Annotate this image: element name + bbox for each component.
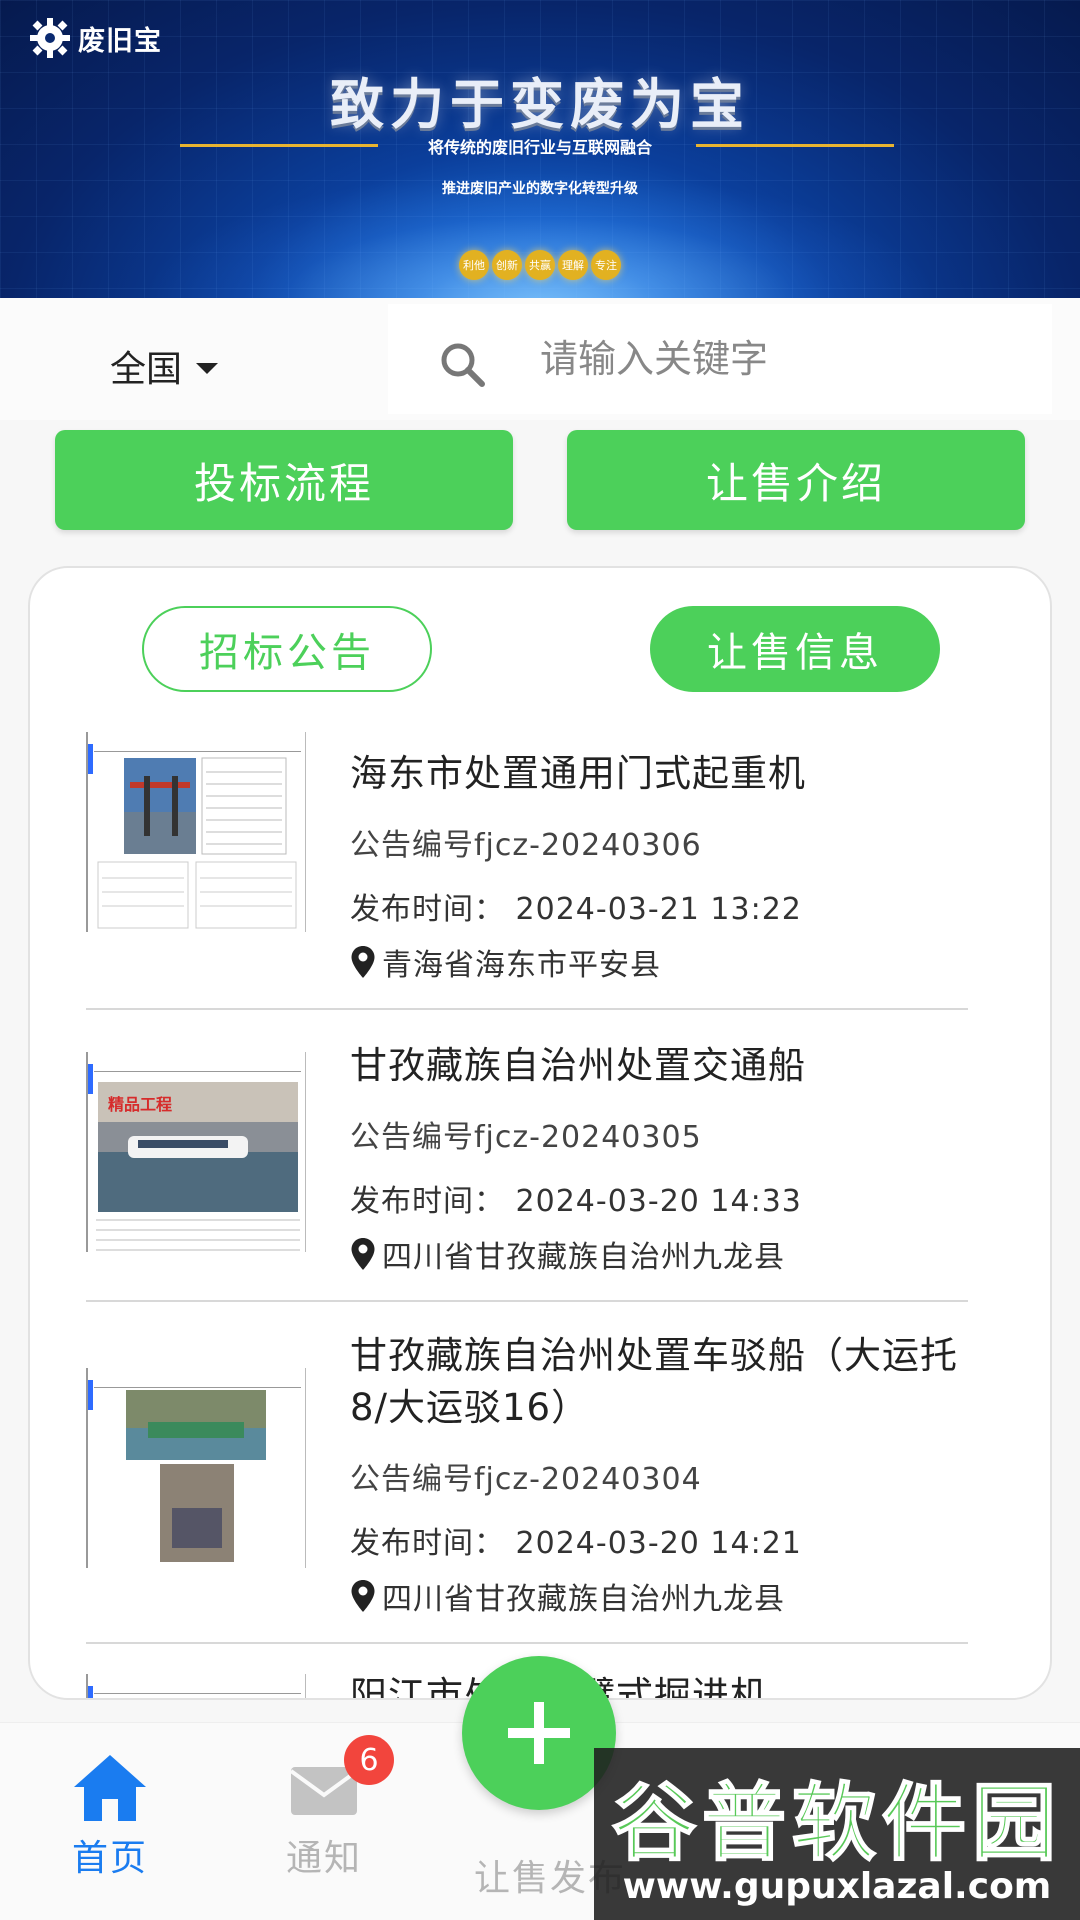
location-pin-icon [351, 1580, 375, 1612]
app-logo: 废旧宝 [28, 16, 162, 60]
listing-thumbnail [86, 1368, 306, 1568]
logo-text: 废旧宝 [78, 25, 162, 57]
listing-list[interactable]: 海东市处置通用门式起重机 公告编号fjcz-20240306 发布时间： 202… [30, 718, 1050, 1698]
listing-panel: 招标公告 让售信息 海东市处置通用门式起重机 公告编号fjcz-20240306… [28, 566, 1052, 1700]
watermark: 谷普软件园 www.gupuxlazal.com [594, 1748, 1080, 1920]
region-selector[interactable]: 全国 [110, 340, 219, 392]
listing-publish-time: 发布时间： 2024-03-20 14:21 [350, 1526, 802, 1561]
list-item[interactable]: 精品工程 甘孜藏族自治州处置交通船 公告编号fjcz-20240305 发布时间… [86, 1010, 968, 1302]
listing-location-text: 四川省甘孜藏族自治州九龙县 [382, 1582, 785, 1617]
listing-publish-time: 发布时间： 2024-03-21 13:22 [350, 892, 802, 927]
location-pin-icon [351, 946, 375, 978]
banner-tag: 利他 [459, 250, 489, 280]
banner-title: 致力于变废为宝 [330, 73, 750, 136]
listing-publish-time: 发布时间： 2024-03-20 14:33 [350, 1184, 802, 1219]
listing-location-text: 青海省海东市平安县 [382, 948, 661, 983]
listing-title: 海东市处置通用门式起重机 [350, 752, 806, 795]
nav-notice-label: 通知 [285, 1838, 362, 1879]
list-item[interactable]: 甘孜藏族自治州处置车驳船（大运托8/大运驳16） 公告编号fjcz-202403… [86, 1302, 968, 1644]
banner-tag: 理解 [558, 250, 588, 280]
banner-tag: 创新 [492, 250, 522, 280]
banner-tag: 共赢 [525, 250, 555, 280]
tab-tender-notice[interactable]: 招标公告 [142, 606, 432, 692]
hero-banner[interactable]: 废旧宝 致力于变废为宝 将传统的废旧行业与互联网融合 推进废旧产业的数字化转型升… [0, 0, 1080, 298]
listing-location: 四川省甘孜藏族自治州九龙县 [350, 1574, 968, 1618]
listing-location: 青海省海东市平安县 [350, 940, 968, 984]
region-label: 全国 [110, 349, 183, 390]
sale-intro-button[interactable]: 让售介绍 [567, 430, 1025, 530]
home-icon [74, 1755, 146, 1821]
caret-down-icon [196, 362, 219, 374]
listing-thumbnail [86, 1674, 306, 1698]
plus-icon [508, 1702, 570, 1764]
listing-number: 公告编号fjcz-20240306 [350, 828, 702, 863]
nav-home[interactable]: 首页 [30, 1751, 190, 1881]
listing-thumbnail: 精品工程 [86, 1052, 306, 1252]
app-root: 废旧宝 致力于变废为宝 将传统的废旧行业与互联网融合 推进废旧产业的数字化转型升… [0, 0, 1080, 1920]
listing-number: 公告编号fjcz-20240304 [350, 1462, 702, 1497]
banner-subtitle: 将传统的废旧行业与互联网融合 [427, 138, 652, 157]
listing-title: 甘孜藏族自治州处置车驳船（大运托8/大运驳16） [350, 1334, 958, 1429]
notification-badge: 6 [344, 1735, 394, 1785]
listing-location-text: 四川省甘孜藏族自治州九龙县 [382, 1240, 785, 1275]
banner-tags: 利他 创新 共赢 理解 专注 [0, 250, 1080, 280]
location-pin-icon [351, 1238, 375, 1270]
listing-location: 四川省甘孜藏族自治州九龙县 [350, 1232, 968, 1276]
listing-title: 甘孜藏族自治州处置交通船 [350, 1044, 806, 1087]
listing-thumbnail [86, 732, 306, 932]
banner-subtitle-2: 推进废旧产业的数字化转型升级 [442, 181, 638, 197]
nav-notice[interactable]: 6 通知 [244, 1735, 404, 1881]
filter-bar: 全国 [0, 298, 1080, 420]
watermark-url: www.gupuxlazal.com [622, 1866, 1052, 1907]
list-item[interactable]: 海东市处置通用门式起重机 公告编号fjcz-20240306 发布时间： 202… [86, 718, 968, 1010]
publish-fab-button[interactable] [462, 1656, 616, 1810]
search-box[interactable] [388, 304, 1052, 414]
watermark-name: 谷普软件园 [611, 1773, 1062, 1873]
nav-home-label: 首页 [71, 1838, 148, 1879]
listing-title: 阳江市处置悬臂式掘进机 [350, 1670, 968, 1698]
banner-divider-right [696, 144, 894, 147]
gear-logo-icon [30, 18, 70, 58]
tab-sale-info[interactable]: 让售信息 [650, 606, 940, 692]
search-icon [441, 343, 485, 387]
search-input[interactable] [540, 326, 1020, 392]
banner-tag: 专注 [591, 250, 621, 280]
bid-process-button[interactable]: 投标流程 [55, 430, 513, 530]
listing-number: 公告编号fjcz-20240305 [350, 1120, 702, 1155]
svg-text:精品工程: 精品工程 [108, 1095, 172, 1114]
